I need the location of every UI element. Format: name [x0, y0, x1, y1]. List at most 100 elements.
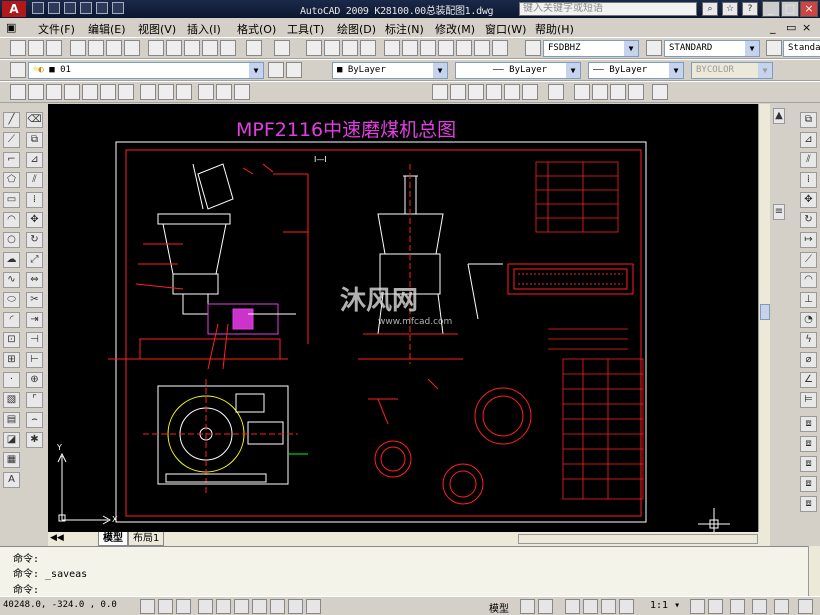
ducs-toggle-icon[interactable]	[252, 599, 267, 614]
join-icon[interactable]: ⊕	[26, 372, 43, 388]
menu-edit[interactable]: 编辑(E)	[88, 21, 126, 37]
text-style-icon[interactable]	[525, 40, 541, 56]
jogged-icon[interactable]: ϟ	[800, 332, 817, 348]
mirror-right-icon[interactable]: ⊿	[800, 132, 817, 148]
pan-icon[interactable]	[306, 40, 322, 56]
layer-select[interactable]: ☼◐ ■ 01 ▼	[28, 62, 264, 79]
scrollbar-thumb[interactable]	[760, 304, 770, 320]
redo-icon[interactable]	[274, 40, 290, 56]
ordinate-icon[interactable]: ⊥	[800, 292, 817, 308]
arc-icon[interactable]: ◠	[3, 212, 20, 228]
command-prompt[interactable]: 命令:	[13, 581, 39, 596]
copy-object-right-icon[interactable]: ⧉	[800, 112, 817, 128]
block-editor-icon[interactable]	[202, 40, 218, 56]
camera-icon[interactable]	[628, 84, 644, 100]
menu-help[interactable]: 帮助(H)	[535, 21, 574, 37]
cylinder-icon[interactable]	[82, 84, 98, 100]
tab-nav-icon[interactable]: ◀◀	[50, 533, 64, 543]
lock-icon[interactable]	[752, 599, 767, 614]
print-icon[interactable]	[80, 2, 92, 14]
top-view-icon[interactable]	[432, 84, 448, 100]
break-at-point-icon[interactable]: ⊣	[26, 332, 43, 348]
publish-icon[interactable]	[106, 40, 122, 56]
table-icon[interactable]: ▦	[3, 452, 20, 468]
close-button[interactable]: ×	[800, 1, 818, 17]
layer-tools-icon[interactable]: ⧈	[800, 416, 817, 432]
cut-icon[interactable]	[124, 40, 140, 56]
wedge-icon[interactable]	[28, 84, 44, 100]
plot-icon[interactable]	[70, 40, 86, 56]
trim-icon[interactable]: ✂	[26, 292, 43, 308]
line-icon[interactable]: ╱	[3, 112, 20, 128]
back-view-icon[interactable]	[522, 84, 538, 100]
showmotion-icon[interactable]	[619, 599, 634, 614]
menu-modify[interactable]: 修改(M)	[435, 21, 475, 37]
front-view-icon[interactable]	[504, 84, 520, 100]
application-menu-button[interactable]: A	[2, 1, 26, 17]
menu-file[interactable]: 文件(F)	[38, 21, 75, 37]
autoscale-icon[interactable]	[708, 599, 723, 614]
zoom-previous-icon[interactable]	[360, 40, 376, 56]
copy-icon[interactable]	[148, 40, 164, 56]
match-properties-icon[interactable]	[184, 40, 200, 56]
scroll-up-icon[interactable]: ▲	[773, 108, 785, 124]
point-icon[interactable]: ·	[3, 372, 20, 388]
erase-icon[interactable]: ⌫	[26, 112, 43, 128]
minimize-button[interactable]: _	[762, 1, 780, 17]
menu-view[interactable]: 视图(V)	[138, 21, 176, 37]
doc-minimize-button[interactable]: _	[770, 21, 776, 34]
lineweight-select[interactable]: —— ByLayer ▼	[588, 62, 684, 79]
doc-close-button[interactable]: ×	[802, 21, 811, 34]
explode-icon[interactable]: ✱	[26, 432, 43, 448]
qnew-icon[interactable]	[10, 40, 26, 56]
menu-insert[interactable]: 插入(I)	[187, 21, 221, 37]
vertical-scrollbar[interactable]	[758, 104, 770, 532]
sw-iso-icon[interactable]	[548, 84, 564, 100]
diameter-icon[interactable]: ⌀	[800, 352, 817, 368]
annotation-visibility-icon[interactable]	[690, 599, 705, 614]
offset-icon[interactable]: ⫽	[26, 172, 43, 188]
extend-icon[interactable]: ⇥	[26, 312, 43, 328]
break-icon[interactable]: ⊢	[26, 352, 43, 368]
tab-model[interactable]: 模型	[98, 532, 128, 546]
mtext-icon[interactable]: A	[3, 472, 20, 488]
region-icon[interactable]: ◪	[3, 432, 20, 448]
menu-window[interactable]: 窗口(W)	[485, 21, 526, 37]
table-style-select[interactable]: Standar	[783, 40, 820, 57]
make-current-icon[interactable]	[268, 62, 284, 78]
gradient-icon[interactable]: ▤	[3, 412, 20, 428]
cone-icon[interactable]	[46, 84, 62, 100]
dyn-toggle-icon[interactable]	[270, 599, 285, 614]
quick-view-drawings-icon[interactable]	[538, 599, 553, 614]
quick-view-layouts-icon[interactable]	[520, 599, 535, 614]
table-style-icon[interactable]	[766, 40, 782, 56]
menu-dimension[interactable]: 标注(N)	[385, 21, 424, 37]
ne-iso-icon[interactable]	[592, 84, 608, 100]
layer-off-icon[interactable]: ⧈	[800, 476, 817, 492]
properties-icon[interactable]	[384, 40, 400, 56]
undo-icon[interactable]	[246, 40, 262, 56]
dim-style-select[interactable]: STANDARD ▼	[664, 40, 760, 57]
search-icon[interactable]: ⌕	[702, 2, 718, 16]
copy-object-icon[interactable]: ⧉	[26, 132, 43, 148]
layer-manager-icon[interactable]	[10, 62, 26, 78]
linetype-select[interactable]: —— ByLayer ▼	[455, 62, 581, 79]
paste-icon[interactable]	[166, 40, 182, 56]
rotate-right-icon[interactable]: ↻	[800, 212, 817, 228]
layer-match-icon[interactable]: ⧈	[800, 436, 817, 452]
chamfer-icon[interactable]: ⌜	[26, 392, 43, 408]
array-icon[interactable]: ⁞	[26, 192, 43, 208]
communication-center-icon[interactable]: ☆	[722, 2, 738, 16]
construction-line-icon[interactable]: ⟋	[3, 132, 20, 148]
command-window[interactable]: 命令: 命令: _saveas 命令:	[0, 546, 808, 596]
redo-icon[interactable]	[112, 2, 124, 14]
quickcalc-icon[interactable]	[474, 40, 490, 56]
polygon-icon[interactable]: ⬠	[3, 172, 20, 188]
rotate-icon[interactable]: ↻	[26, 232, 43, 248]
new-icon[interactable]	[32, 2, 44, 14]
pyramid-icon[interactable]	[118, 84, 134, 100]
design-center-icon[interactable]	[402, 40, 418, 56]
extrude-icon[interactable]	[140, 84, 156, 100]
aligned-dim-icon[interactable]: ⟋	[800, 252, 817, 268]
drawing-canvas[interactable]: MPF2116中速磨煤机总图 I—I 沐风网 www.mfcad.com Y X	[48, 104, 758, 532]
